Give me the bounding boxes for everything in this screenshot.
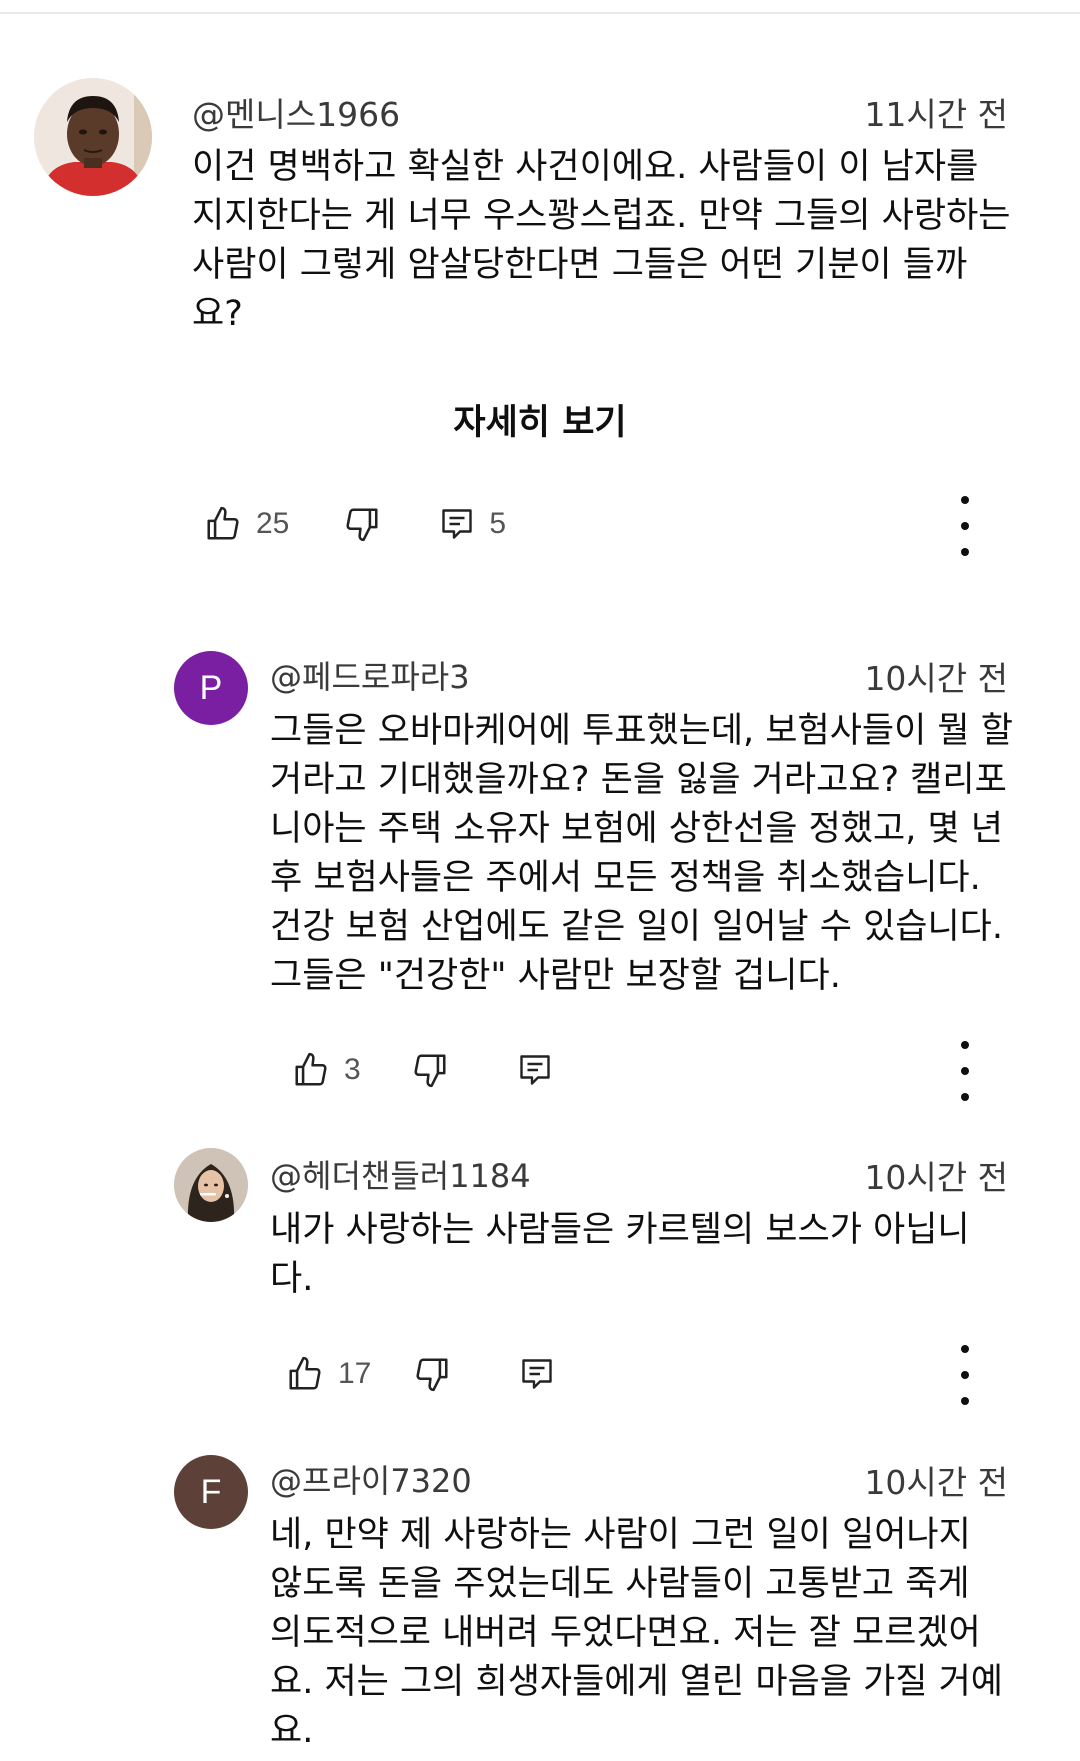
avatar[interactable] <box>34 78 152 196</box>
thumbs-up-icon <box>295 1052 327 1086</box>
dislike-button[interactable] <box>411 1051 449 1089</box>
comment-author[interactable]: @헤더챈들러1184 <box>270 1151 531 1197</box>
thumbs-up-icon <box>207 506 239 540</box>
comment-actions: 17 <box>286 1344 555 1404</box>
comment-actions: 25 5 <box>204 494 506 554</box>
avatar-letter: F <box>200 1472 222 1511</box>
comment-time: 10시간 전 <box>864 659 1008 698</box>
comment-text: 그들은 오바마케어에 투표했는데, 보험사들이 뭘 할 거라고 기대했을까요? … <box>270 711 1013 996</box>
thumbs-down-icon <box>414 1054 446 1088</box>
avatar[interactable]: P <box>174 651 248 725</box>
like-count: 17 <box>338 1357 372 1390</box>
like-count: 25 <box>256 507 290 540</box>
comment-author[interactable]: @멘니스1966 <box>192 88 400 136</box>
dislike-button[interactable] <box>343 505 381 543</box>
reply-icon <box>522 1359 553 1389</box>
more-options-button[interactable] <box>950 496 980 556</box>
like-button[interactable]: 3 <box>292 1051 361 1089</box>
comment-text: 이건 명백하고 확실한 사건이에요. 사람들이 이 남자를 지지한다는 게 너무… <box>192 147 1011 334</box>
more-options-button[interactable] <box>950 1345 980 1405</box>
avatar-photo <box>174 1148 248 1222</box>
like-count: 3 <box>344 1053 361 1086</box>
comment-author[interactable]: @프라이7320 <box>270 1456 472 1502</box>
avatar[interactable]: F <box>174 1455 248 1529</box>
thumbs-down-icon <box>346 508 378 542</box>
top-divider <box>0 12 1080 14</box>
comment-text: 네, 만약 제 사랑하는 사람이 그런 일이 일어나지 않도록 돈을 주었는데도… <box>270 1515 1004 1751</box>
more-vertical-icon <box>961 1041 969 1049</box>
thumbs-down-icon <box>416 1358 448 1392</box>
more-options-button[interactable] <box>950 1041 980 1101</box>
thumbs-up-icon <box>289 1356 321 1390</box>
comment-time: 10시간 전 <box>864 1158 1008 1197</box>
reply-button[interactable] <box>517 1051 553 1089</box>
read-more-button[interactable]: 자세히 보기 <box>0 394 1080 445</box>
comment-author[interactable]: @페드로파라3 <box>270 652 470 698</box>
comment-text: 내가 사랑하는 사람들은 카르텔의 보스가 아닙니다. <box>270 1210 970 1299</box>
reply-button[interactable]: 5 <box>439 505 506 543</box>
avatar-letter: P <box>199 668 223 707</box>
reply-button[interactable] <box>519 1355 555 1393</box>
comment-time: 11시간 전 <box>864 95 1008 134</box>
like-button[interactable]: 25 <box>204 505 289 543</box>
avatar-photo <box>34 78 152 196</box>
comment-actions: 3 <box>292 1040 553 1100</box>
avatar[interactable] <box>174 1148 248 1222</box>
like-button[interactable]: 17 <box>286 1355 371 1393</box>
dislike-button[interactable] <box>413 1355 451 1393</box>
reply-icon <box>442 509 473 539</box>
more-vertical-icon <box>961 496 969 504</box>
more-vertical-icon <box>961 1345 969 1353</box>
comment-time: 10시간 전 <box>864 1463 1008 1502</box>
reply-count: 5 <box>489 507 507 540</box>
reply-icon <box>519 1055 550 1085</box>
